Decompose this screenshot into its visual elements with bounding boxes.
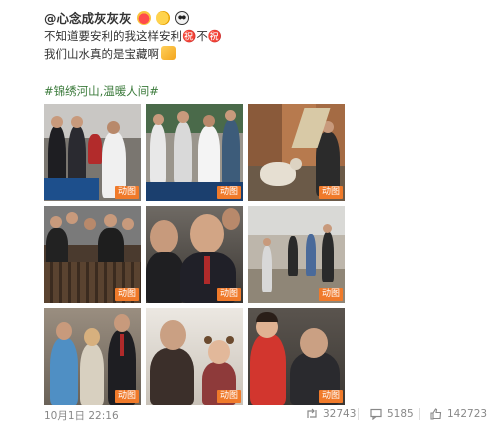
thumbnail-sheep-farm[interactable]: 动图 xyxy=(248,104,345,201)
repost-count: 32743 xyxy=(323,408,357,420)
like-button[interactable]: 142723 xyxy=(430,408,487,420)
weibo-post: @心念成灰灰灰 不知道要安利的我这样安利㊗️不㊗️ 我们山水真的是宝藏啊 #锦绣… xyxy=(0,0,500,426)
gif-badge: 动图 xyxy=(216,186,241,199)
post-footer: 10月1日 22:16 32743 5185 142723 xyxy=(0,402,500,426)
cheers-icon xyxy=(155,10,170,25)
thumbnail-ping-pong-visit[interactable]: 动图 xyxy=(44,104,141,201)
image-grid: 动图 动图 动图 动图 动图 动图 动图 动图 动图 xyxy=(44,104,345,405)
author-name[interactable]: @心念成灰灰灰 xyxy=(44,8,132,27)
post-text-line-2-text: 我们山水真的是宝藏啊 xyxy=(44,47,159,61)
post-date[interactable]: 10月1日 22:16 xyxy=(44,408,119,423)
comment-icon xyxy=(370,408,382,420)
post-author: @心念成灰灰灰 xyxy=(44,8,189,27)
gif-badge: 动图 xyxy=(114,186,139,199)
thumbnail-smiling-leaders[interactable]: 动图 xyxy=(146,206,243,303)
heart-eyes-icon xyxy=(136,10,151,25)
gif-badge: 动图 xyxy=(114,288,139,301)
thumbnail-village-walk[interactable]: 动图 xyxy=(248,206,345,303)
thumbs-up-icon xyxy=(430,408,442,420)
repost-icon xyxy=(307,408,317,418)
thumbnail-crowd-at-fence[interactable]: 动图 xyxy=(44,206,141,303)
comment-count: 5185 xyxy=(387,408,414,420)
gif-badge: 动图 xyxy=(318,288,343,301)
footer-divider xyxy=(358,408,359,420)
post-text-line-2: 我们山水真的是宝藏啊 xyxy=(44,46,176,62)
gif-badge: 动图 xyxy=(318,186,343,199)
thumbnail-eating-with-child[interactable]: 动图 xyxy=(146,308,243,405)
footer-divider xyxy=(419,408,420,420)
topic-tag[interactable]: #锦绣河山,温暖人间# xyxy=(44,83,159,99)
repost-button[interactable]: 32743 xyxy=(306,408,356,420)
panda-icon xyxy=(174,10,189,25)
thumbnail-meeting-guests[interactable]: 动图 xyxy=(44,308,141,405)
waving-hand-icon xyxy=(161,46,176,60)
comment-button[interactable]: 5185 xyxy=(370,408,414,420)
post-text-line-1: 不知道要安利的我这样安利㊗️不㊗️ xyxy=(44,29,223,43)
gif-badge: 动图 xyxy=(216,288,241,301)
like-count: 142723 xyxy=(447,408,488,420)
thumbnail-ping-pong-table[interactable]: 动图 xyxy=(146,104,243,201)
thumbnail-child-in-red[interactable]: 动图 xyxy=(248,308,345,405)
